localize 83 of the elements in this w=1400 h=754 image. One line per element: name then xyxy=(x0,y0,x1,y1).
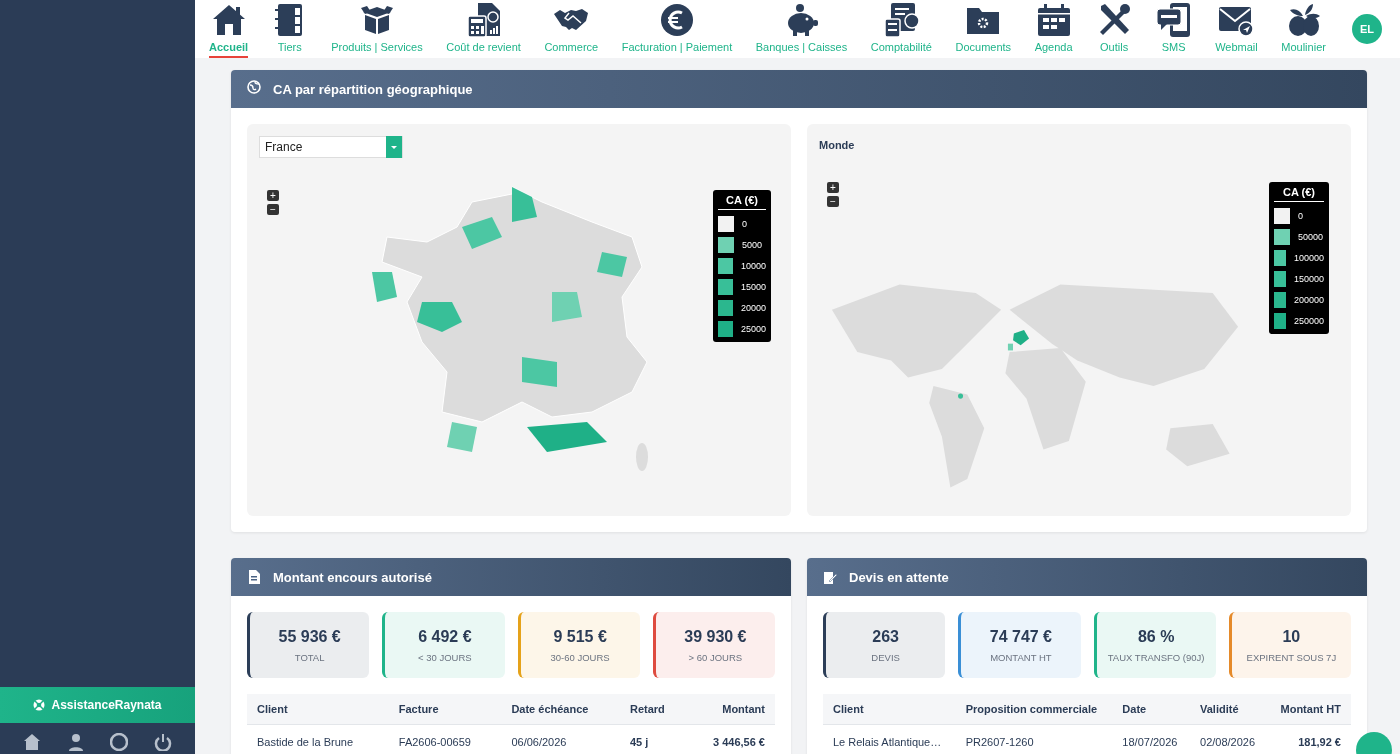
stat-label: < 30 JOURS xyxy=(418,651,472,663)
legend-label: 15000 xyxy=(740,281,766,292)
nav-item[interactable]: Comptabilité xyxy=(870,0,932,58)
table-cell: 181,92 € xyxy=(1267,724,1351,754)
legend-label: 5000 xyxy=(742,239,763,250)
table-cell: 06/06/2026 xyxy=(501,724,620,754)
stat-value: 86 % xyxy=(1137,627,1175,646)
legend-label: 10000 xyxy=(740,260,766,271)
nav-item[interactable]: Commerce xyxy=(544,0,599,58)
nav-item[interactable]: Accueil xyxy=(209,0,249,58)
legend-label: 0 xyxy=(1298,210,1303,221)
country-select[interactable]: France xyxy=(259,136,403,158)
panel-title: Montant encours autorisé xyxy=(273,569,432,585)
map-title: Monde xyxy=(819,139,855,151)
column-header: Validité xyxy=(1190,694,1268,725)
stat-label: TAUX TRANSFO (90J) xyxy=(1107,651,1205,663)
table-cell: 3 446,56 € xyxy=(687,724,775,754)
stat-label: DEVIS xyxy=(871,651,900,663)
stat-value: 74 747 € xyxy=(989,627,1052,646)
stat-value: 55 936 € xyxy=(278,627,341,646)
stat-label: EXPIRENT SOUS 7J xyxy=(1246,651,1337,663)
zoom-out-button[interactable]: − xyxy=(827,196,839,207)
table-cell: 02/08/2026 xyxy=(1190,724,1268,754)
nav-item[interactable]: Webmail xyxy=(1215,0,1258,58)
legend-label: 100000 xyxy=(1293,252,1324,263)
stat-label: > 60 JOURS xyxy=(688,651,743,663)
signature-icon xyxy=(823,570,837,584)
zoom-in-button[interactable]: + xyxy=(827,182,839,193)
column-header: Retard xyxy=(619,694,687,725)
table-cell: Bastide de la Brune xyxy=(247,724,389,754)
user-icon[interactable] xyxy=(66,733,85,751)
legend-label: 150000 xyxy=(1293,273,1324,284)
legend-title: CA (€) xyxy=(718,194,766,210)
column-header: Proposition commerciale xyxy=(955,694,1113,725)
nav-item[interactable]: Coût de revient xyxy=(446,0,521,58)
nav-item[interactable]: Moulinier xyxy=(1281,0,1326,58)
column-header: Client xyxy=(823,694,956,725)
table-cell: PR2607-1260 xyxy=(955,724,1113,754)
legend-title: CA (€) xyxy=(1274,186,1324,202)
column-header: Facture xyxy=(388,694,502,725)
column-header: Montant HT xyxy=(1267,694,1351,725)
column-header: Client xyxy=(247,694,389,725)
document-icon xyxy=(247,570,261,584)
legend-label: 50000 xyxy=(1298,231,1324,242)
lifebuoy-icon xyxy=(33,699,46,711)
nav-item[interactable]: Agenda xyxy=(1034,0,1073,58)
column-header: Date échéance xyxy=(501,694,620,725)
stat-label: TOTAL xyxy=(294,651,325,663)
home-icon[interactable] xyxy=(22,733,41,751)
table-cell: Le Relais Atlantique… xyxy=(823,724,956,754)
nav-item[interactable]: Facturation | Paiement xyxy=(621,0,733,58)
panel-title: CA par répartition géographique xyxy=(273,81,473,97)
table-cell: 45 j xyxy=(619,724,687,754)
globe-icon xyxy=(247,80,261,94)
nav-item[interactable]: SMS xyxy=(1155,0,1192,58)
support-button[interactable]: AssistanceRaynata xyxy=(0,687,195,723)
table-cell: 18/07/2026 xyxy=(1112,724,1190,754)
dropdown-icon xyxy=(386,136,402,158)
nav-item[interactable]: Documents xyxy=(955,0,1012,58)
legend-label: 250000 xyxy=(1293,315,1324,326)
nav-item[interactable]: Produits | Services xyxy=(331,0,423,58)
legend-label: 20000 xyxy=(740,302,766,313)
panel-title: Devis en attente xyxy=(849,569,949,585)
legend-label: 25000 xyxy=(740,323,766,334)
stat-value: 9 515 € xyxy=(553,627,607,646)
nav-item[interactable]: Banques | Caisses xyxy=(755,0,848,58)
column-header: Date xyxy=(1112,694,1190,725)
stat-value: 10 xyxy=(1282,627,1301,646)
stat-label: 30-60 JOURS xyxy=(550,651,610,663)
table-cell: FA2606-00659 xyxy=(388,724,502,754)
legend-label: 0 xyxy=(742,218,747,229)
stat-value: 6 492 € xyxy=(418,627,472,646)
nav-item[interactable]: Tiers xyxy=(271,0,308,58)
stat-value: 263 xyxy=(872,627,899,646)
nav-item[interactable]: Outils xyxy=(1096,0,1133,58)
stat-value: 39 930 € xyxy=(684,627,747,646)
column-header: Montant xyxy=(687,694,775,725)
stat-label: MONTANT HT xyxy=(990,651,1052,663)
zoom-in-button[interactable]: + xyxy=(267,190,279,201)
zoom-out-button[interactable]: − xyxy=(267,204,279,215)
user-avatar[interactable]: EL xyxy=(1352,14,1382,44)
legend-label: 200000 xyxy=(1293,294,1324,305)
power-icon[interactable] xyxy=(154,733,173,751)
